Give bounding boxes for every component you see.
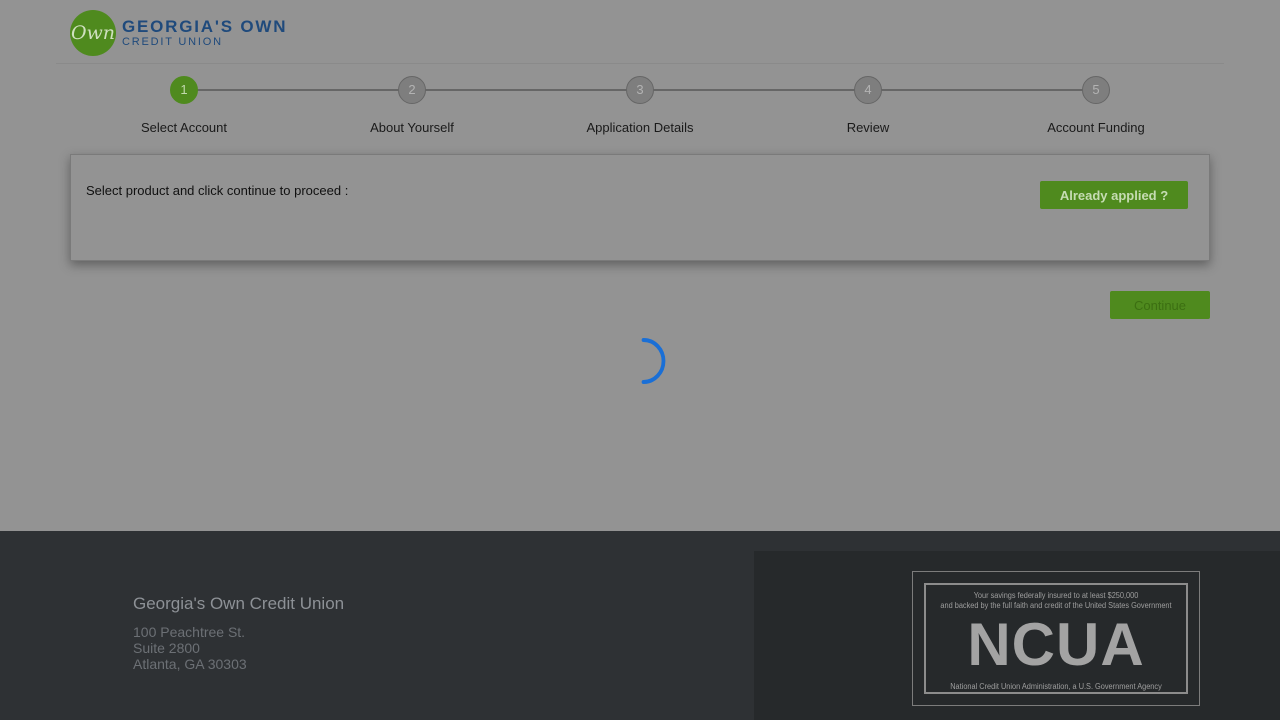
site-footer: Georgia's Own Credit Union 100 Peachtree… (0, 531, 1280, 720)
step-label: Select Account (141, 120, 227, 135)
step-select-account: 1 Select Account (70, 75, 298, 135)
footer-address-line2: Suite 2800 (133, 640, 200, 656)
step-application-details: 3 Application Details (526, 75, 754, 135)
logo-subtitle: CREDIT UNION (122, 36, 223, 48)
step-label: Application Details (586, 120, 694, 135)
footer-address-line1: 100 Peachtree St. (133, 624, 246, 640)
ncua-agency-text: National Credit Union Administration, a … (950, 682, 1162, 691)
step-number: 4 (854, 76, 882, 104)
progress-stepper: 1 Select Account 2 About Yourself 3 Appl… (70, 75, 1210, 145)
step-number: 5 (1082, 76, 1110, 104)
step-number: 3 (626, 76, 654, 104)
ncua-badge: Your savings federally insured to at lea… (912, 571, 1200, 706)
ncua-text-line2: and backed by the full faith and credit … (940, 601, 1172, 610)
step-number: 1 (170, 76, 198, 104)
footer-badge-area: Your savings federally insured to at lea… (754, 551, 1280, 720)
ncua-text-line1: Your savings federally insured to at lea… (973, 591, 1139, 600)
panel-instruction: Select product and click continue to pro… (86, 183, 349, 198)
logo-title: GEORGIA'S OWN (122, 17, 288, 36)
already-applied-button[interactable]: Already applied ? (1040, 181, 1188, 209)
step-label: Account Funding (1047, 120, 1145, 135)
step-review: 4 Review (754, 75, 982, 135)
logo-mark[interactable]: Own (70, 10, 116, 56)
product-selection-panel: Select product and click continue to pro… (70, 154, 1210, 261)
step-account-funding: 5 Account Funding (982, 75, 1210, 135)
continue-button[interactable]: Continue (1110, 291, 1210, 319)
step-label: About Yourself (370, 120, 454, 135)
ncua-badge-inner: Your savings federally insured to at lea… (924, 583, 1188, 694)
footer-cu-name: Georgia's Own Credit Union (133, 594, 345, 613)
site-header: Own GEORGIA'S OWN CREDIT UNION (56, 0, 1224, 64)
ncua-logo-text: NCUA (967, 611, 1145, 678)
step-number: 2 (398, 76, 426, 104)
loading-spinner-icon (641, 338, 666, 384)
step-label: Review (846, 120, 890, 135)
footer-address-line3: Atlanta, GA 30303 (133, 656, 247, 672)
step-about-yourself: 2 About Yourself (298, 75, 526, 135)
